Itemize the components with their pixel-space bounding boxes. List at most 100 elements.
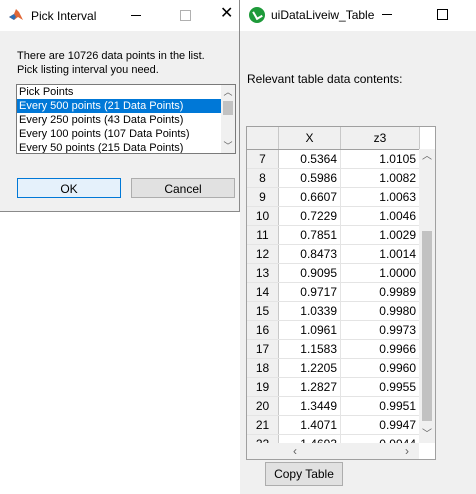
matlab-icon xyxy=(9,9,23,20)
scroll-down-icon[interactable]: ﹀ xyxy=(419,427,435,443)
table-row[interactable]: 21 1.4071 0.9947 xyxy=(247,416,419,435)
scroll-right-icon[interactable]: › xyxy=(399,443,415,459)
cell-x[interactable]: 1.4071 xyxy=(279,416,341,434)
table-window: uiDataLiveiw_Table Relevant table data c… xyxy=(240,0,476,494)
table-header: X z3 xyxy=(247,127,420,150)
row-number: 14 xyxy=(247,283,279,301)
table-window-title: uiDataLiveiw_Table xyxy=(271,8,375,22)
pick-interval-dialog: Pick Interval ✕ There are 10726 data poi… xyxy=(0,0,240,212)
ok-button[interactable]: OK xyxy=(17,178,121,198)
table-horizontal-scrollbar[interactable]: ‹ › xyxy=(247,443,419,459)
table-row[interactable]: 19 1.2827 0.9955 xyxy=(247,378,419,397)
row-number: 7 xyxy=(247,150,279,168)
table-row[interactable]: 15 1.0339 0.9980 xyxy=(247,302,419,321)
scroll-left-icon[interactable]: ‹ xyxy=(287,443,303,459)
table-row[interactable]: 8 0.5986 1.0082 xyxy=(247,169,419,188)
close-icon[interactable]: ✕ xyxy=(220,4,233,24)
maximize-icon xyxy=(180,10,191,21)
cell-x[interactable]: 0.8473 xyxy=(279,245,341,263)
list-item[interactable]: Every 250 points (43 Data Points) xyxy=(17,113,235,127)
column-header-x[interactable]: X xyxy=(279,127,341,149)
table-vertical-scrollbar[interactable]: ︿ ﹀ xyxy=(419,149,435,443)
cell-x[interactable]: 1.3449 xyxy=(279,397,341,415)
interval-listbox[interactable]: Pick Points Every 500 points (21 Data Poi… xyxy=(16,84,236,154)
cell-x[interactable]: 0.9717 xyxy=(279,283,341,301)
cell-x[interactable]: 1.0961 xyxy=(279,321,341,339)
message-line-2: Pick listing interval you need. xyxy=(17,64,159,76)
column-header-z3[interactable]: z3 xyxy=(341,127,420,149)
table-row[interactable]: 12 0.8473 1.0014 xyxy=(247,245,419,264)
row-number: 16 xyxy=(247,321,279,339)
cell-z3[interactable]: 0.9947 xyxy=(341,416,419,434)
app-icon xyxy=(249,7,265,23)
cell-z3[interactable]: 0.9960 xyxy=(341,359,419,377)
cell-x[interactable]: 0.5986 xyxy=(279,169,341,187)
cell-z3[interactable]: 1.0105 xyxy=(341,150,419,168)
cell-z3[interactable]: 0.9980 xyxy=(341,302,419,320)
row-number: 15 xyxy=(247,302,279,320)
listbox-items: Pick Points Every 500 points (21 Data Poi… xyxy=(17,85,235,153)
table-row[interactable]: 7 0.5364 1.0105 xyxy=(247,150,419,169)
table-row[interactable]: 11 0.7851 1.0029 xyxy=(247,226,419,245)
scroll-up-icon[interactable]: ︿ xyxy=(419,149,435,165)
cell-x[interactable]: 1.2205 xyxy=(279,359,341,377)
dialog-titlebar[interactable]: Pick Interval ✕ xyxy=(0,0,239,31)
list-item[interactable]: Every 500 points (21 Data Points) xyxy=(17,99,235,113)
cell-z3[interactable]: 0.9951 xyxy=(341,397,419,415)
cancel-button[interactable]: Cancel xyxy=(131,178,235,198)
maximize-icon[interactable] xyxy=(437,9,448,20)
minimize-icon[interactable] xyxy=(382,14,392,15)
scroll-thumb[interactable] xyxy=(223,101,233,115)
row-number: 12 xyxy=(247,245,279,263)
row-number: 18 xyxy=(247,359,279,377)
row-number: 8 xyxy=(247,169,279,187)
row-number: 21 xyxy=(247,416,279,434)
table-body: 7 0.5364 1.0105 8 0.5986 1.0082 9 0.6607 1.0063 1… xyxy=(247,150,419,454)
dialog-title: Pick Interval xyxy=(31,9,97,23)
data-table[interactable]: X z3 7 0.5364 1.0105 8 0.5986 1.0082 9 0.6607 1.… xyxy=(246,126,436,460)
cell-z3[interactable]: 1.0000 xyxy=(341,264,419,282)
minimize-icon[interactable] xyxy=(131,15,141,16)
list-item[interactable]: Pick Points xyxy=(17,85,235,99)
cell-x[interactable]: 0.6607 xyxy=(279,188,341,206)
cell-x[interactable]: 0.7851 xyxy=(279,226,341,244)
cell-x[interactable]: 0.7229 xyxy=(279,207,341,225)
cell-z3[interactable]: 0.9973 xyxy=(341,321,419,339)
cell-z3[interactable]: 1.0063 xyxy=(341,188,419,206)
table-row[interactable]: 13 0.9095 1.0000 xyxy=(247,264,419,283)
cell-z3[interactable]: 0.9966 xyxy=(341,340,419,358)
row-number: 17 xyxy=(247,340,279,358)
cell-z3[interactable]: 1.0082 xyxy=(341,169,419,187)
cell-z3[interactable]: 1.0029 xyxy=(341,226,419,244)
scroll-up-icon[interactable]: ︿ xyxy=(221,85,235,99)
table-row[interactable]: 20 1.3449 0.9951 xyxy=(247,397,419,416)
table-window-titlebar[interactable]: uiDataLiveiw_Table xyxy=(240,0,476,31)
dialog-message: There are 10726 data points in the list.… xyxy=(17,49,205,77)
cell-z3[interactable]: 0.9955 xyxy=(341,378,419,396)
message-line-1: There are 10726 data points in the list. xyxy=(17,50,205,62)
cell-x[interactable]: 1.2827 xyxy=(279,378,341,396)
cell-x[interactable]: 1.1583 xyxy=(279,340,341,358)
list-item[interactable]: Every 100 points (107 Data Points) xyxy=(17,127,235,141)
cell-z3[interactable]: 1.0014 xyxy=(341,245,419,263)
listbox-scrollbar[interactable]: ︿ ﹀ xyxy=(221,85,235,153)
copy-table-button[interactable]: Copy Table xyxy=(265,462,343,486)
cell-x[interactable]: 0.9095 xyxy=(279,264,341,282)
list-item[interactable]: Every 50 points (215 Data Points) xyxy=(17,141,235,153)
cell-x[interactable]: 1.0339 xyxy=(279,302,341,320)
scroll-thumb[interactable] xyxy=(422,231,432,421)
scroll-down-icon[interactable]: ﹀ xyxy=(221,139,235,153)
row-number: 13 xyxy=(247,264,279,282)
cell-x[interactable]: 0.5364 xyxy=(279,150,341,168)
table-row[interactable]: 9 0.6607 1.0063 xyxy=(247,188,419,207)
table-row[interactable]: 17 1.1583 0.9966 xyxy=(247,340,419,359)
row-number: 9 xyxy=(247,188,279,206)
table-contents-label: Relevant table data contents: xyxy=(247,72,403,86)
table-row[interactable]: 16 1.0961 0.9973 xyxy=(247,321,419,340)
cell-z3[interactable]: 1.0046 xyxy=(341,207,419,225)
cell-z3[interactable]: 0.9989 xyxy=(341,283,419,301)
row-number: 20 xyxy=(247,397,279,415)
table-row[interactable]: 14 0.9717 0.9989 xyxy=(247,283,419,302)
table-row[interactable]: 10 0.7229 1.0046 xyxy=(247,207,419,226)
table-row[interactable]: 18 1.2205 0.9960 xyxy=(247,359,419,378)
